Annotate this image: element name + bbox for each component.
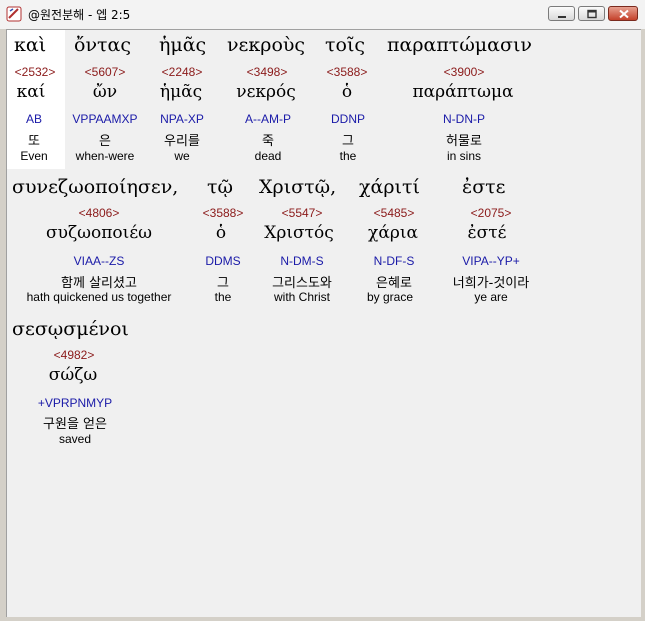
lemma: ὤν	[92, 82, 118, 102]
morphology-code[interactable]: N-DF-S	[374, 254, 415, 268]
english-gloss: Even	[20, 149, 48, 163]
strong-number[interactable]: <2532>	[15, 65, 56, 79]
strong-number[interactable]: <3588>	[203, 206, 244, 220]
lemma: σώζω	[48, 365, 98, 385]
morphology-code[interactable]: NPA-XP	[160, 112, 204, 126]
lemma: ἐστέ	[467, 223, 507, 243]
strong-number[interactable]: <4806>	[79, 206, 120, 220]
strong-number[interactable]: <4982>	[54, 348, 95, 362]
strong-number[interactable]: <5607>	[85, 65, 126, 79]
strong-number[interactable]: <2075>	[471, 206, 512, 220]
english-gloss: with Christ	[273, 290, 331, 304]
korean-gloss: 그	[342, 134, 354, 149]
maximize-button[interactable]	[578, 6, 605, 21]
maximize-icon	[587, 9, 597, 19]
korean-gloss: 죽	[262, 134, 274, 149]
strong-number[interactable]: <5547>	[282, 206, 323, 220]
korean-gloss: 허물로	[446, 134, 482, 149]
morphology-code[interactable]: DDNP	[331, 112, 365, 126]
lemma: ἡμᾶς	[159, 82, 203, 102]
lemma: συζωοποιέω	[46, 223, 152, 243]
morphology-code[interactable]: VPPAAMXP	[72, 112, 137, 126]
english-gloss: dead	[254, 149, 282, 163]
strong-number[interactable]: <3900>	[444, 65, 485, 79]
english-gloss: in sins	[446, 149, 482, 163]
english-gloss: saved	[58, 432, 92, 446]
verse-word[interactable]: τοῖς	[325, 34, 365, 56]
verse-word[interactable]: χάριτί	[359, 176, 420, 198]
morphology-code[interactable]: +VPRPNMYP	[38, 396, 112, 410]
verse-word[interactable]: ὄντας	[74, 34, 131, 56]
morphology-code[interactable]: VIAA--ZS	[74, 254, 125, 268]
strong-number[interactable]: <3498>	[247, 65, 288, 79]
korean-gloss: 구원을 얻은	[43, 417, 107, 432]
morphology-code[interactable]: N-DM-S	[280, 254, 323, 268]
analysis-pane[interactable]: καὶ ὄντας ἡμᾶς νεκροὺς τοῖς παραπτώμασιν…	[6, 29, 641, 617]
close-icon	[619, 9, 629, 19]
lemma: παράπτωμα	[412, 82, 514, 102]
minimize-button[interactable]	[548, 6, 575, 21]
english-gloss: by grace	[366, 290, 414, 304]
morphology-code[interactable]: A--AM-P	[245, 112, 291, 126]
verse-word[interactable]: τῷ	[207, 176, 233, 198]
morphology-code[interactable]: DDMS	[205, 254, 240, 268]
english-gloss: we	[174, 149, 190, 163]
strong-number[interactable]: <2248>	[162, 65, 203, 79]
strong-number[interactable]: <5485>	[374, 206, 415, 220]
app-icon	[6, 6, 22, 22]
verse-word[interactable]: Χριστῷ,	[259, 176, 336, 198]
english-gloss: the	[339, 149, 357, 163]
lemma: νεκρός	[236, 82, 296, 102]
verse-word[interactable]: καὶ	[14, 34, 46, 56]
korean-gloss: 함께 살리셨고	[61, 276, 137, 291]
english-gloss: hath quickened us together	[26, 290, 172, 304]
korean-gloss: 그리스도와	[272, 276, 332, 291]
title-bar[interactable]: @원전분해 - 엡 2:5	[0, 0, 645, 30]
english-gloss: the	[214, 290, 232, 304]
strong-number[interactable]: <3588>	[327, 65, 368, 79]
lemma: καί	[16, 82, 46, 102]
verse-word[interactable]: ἡμᾶς	[159, 34, 206, 56]
morphology-code[interactable]: VIPA--YP+	[462, 254, 519, 268]
korean-gloss: 은혜로	[376, 276, 412, 291]
close-button[interactable]	[608, 6, 638, 21]
lemma: Χριστός	[264, 223, 334, 243]
korean-gloss: 은	[99, 134, 111, 149]
lemma: ὁ	[215, 223, 227, 243]
verse-word[interactable]: συνεζωοποίησεν,	[12, 176, 178, 198]
minimize-icon	[558, 16, 566, 18]
english-gloss: ye are	[474, 290, 508, 304]
main-window: @원전분해 - 엡 2:5 καὶ ὄντας ἡμᾶς νεκροὺς τοῖ…	[0, 0, 645, 621]
verse-word[interactable]: σεσῳσμένοι	[12, 318, 129, 340]
morphology-code[interactable]: N-DN-P	[443, 112, 485, 126]
english-gloss: when-were	[75, 149, 135, 163]
korean-gloss: 우리를	[164, 134, 200, 149]
verse-word[interactable]: παραπτώμασιν	[387, 34, 532, 56]
korean-gloss: 그	[217, 276, 229, 291]
verse-word[interactable]: νεκροὺς	[227, 34, 305, 56]
morphology-code[interactable]: AB	[26, 112, 42, 126]
lemma: ὁ	[341, 82, 353, 102]
lemma: χάρια	[368, 223, 418, 243]
window-title: @원전분해 - 엡 2:5	[28, 8, 131, 22]
korean-gloss: 너희가-것이라	[452, 276, 530, 291]
korean-gloss: 또	[28, 134, 40, 149]
verse-word[interactable]: ἐστε	[462, 176, 506, 198]
